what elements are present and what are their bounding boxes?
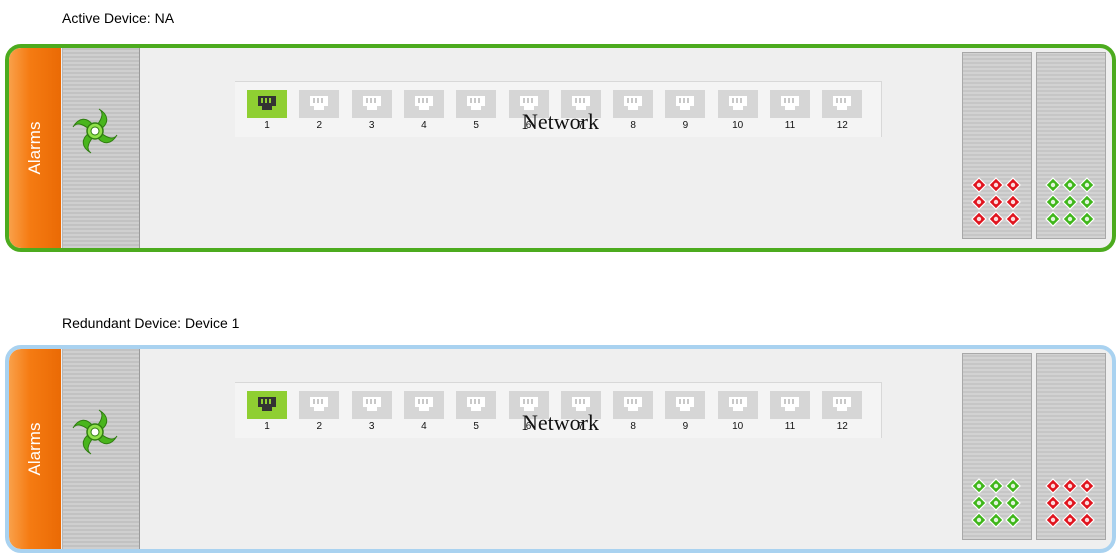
psu-2-status-leds (1045, 177, 1095, 227)
power-supply-2[interactable] (1036, 52, 1106, 239)
psu-1-status-leds (971, 177, 1021, 227)
psu-2-status-leds (1045, 478, 1095, 528)
redundant-device-label: Redundant Device: Device 1 (62, 315, 240, 331)
active-device-chassis: Alarms 1 2 3 4 5 6 7 8 9 10 11 12 Network (5, 44, 1116, 252)
power-supply-1[interactable] (962, 353, 1032, 540)
fan-module[interactable] (62, 48, 140, 248)
redundant-device-chassis: Alarms 1 2 3 4 5 6 7 8 9 10 11 12 Network (5, 345, 1116, 553)
power-supply-1[interactable] (962, 52, 1032, 239)
network-label: Network (522, 109, 599, 134)
alarms-tab[interactable]: Alarms (9, 349, 61, 549)
fan-module[interactable] (62, 349, 140, 549)
active-device-label: Active Device: NA (62, 10, 175, 26)
psu-1-status-leds (971, 478, 1021, 528)
power-supply-2[interactable] (1036, 353, 1106, 540)
network-label: Network (522, 410, 599, 435)
alarms-tab[interactable]: Alarms (9, 48, 61, 248)
